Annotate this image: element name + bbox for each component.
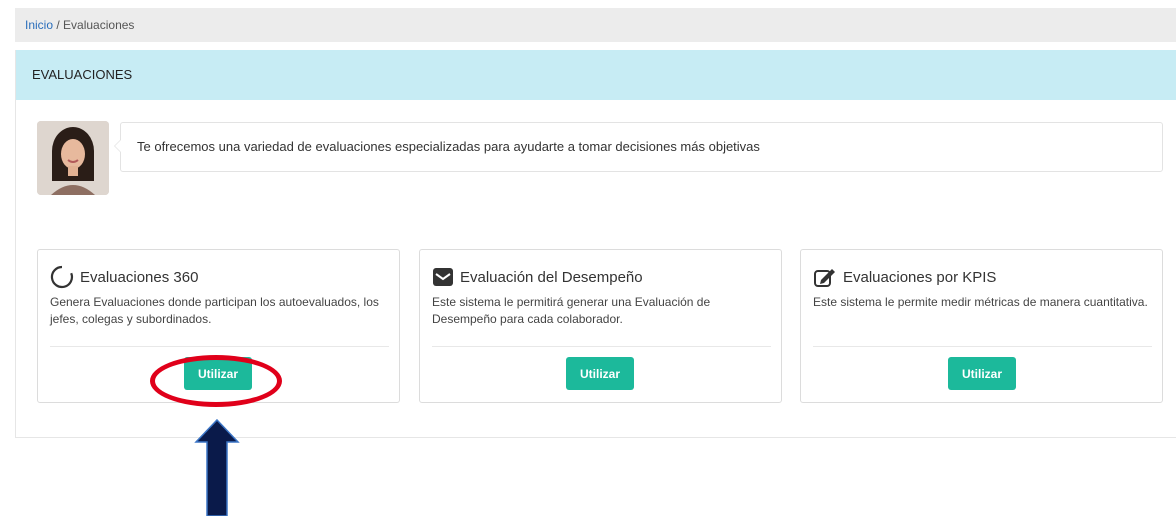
breadcrumb: Inicio / Evaluaciones <box>15 8 1176 42</box>
envelope-icon <box>432 267 454 287</box>
divider <box>50 346 389 347</box>
card-title: Evaluaciones 360 <box>50 264 198 290</box>
breadcrumb-current: Evaluaciones <box>63 18 135 32</box>
breadcrumb-home-link[interactable]: Inicio <box>25 18 53 32</box>
card-description: Genera Evaluaciones donde participan los… <box>50 295 379 326</box>
utilizar-kpis-button[interactable]: Utilizar <box>948 357 1016 390</box>
card-description: Este sistema le permitirá generar una Ev… <box>432 295 711 326</box>
card-title-text: Evaluaciones por KPIS <box>843 268 997 286</box>
avatar <box>37 121 109 195</box>
card-description: Este sistema le permite medir métricas d… <box>813 295 1148 309</box>
card-evaluacion-desempeno: Evaluación del Desempeño Este sistema le… <box>419 249 782 403</box>
circle-notch-icon <box>50 265 74 289</box>
card-title: Evaluación del Desempeño <box>432 264 643 290</box>
card-title-text: Evaluaciones 360 <box>80 268 199 286</box>
pointer-arrow-icon <box>194 418 240 516</box>
edit-icon <box>813 266 837 288</box>
highlight-circle <box>150 355 282 407</box>
card-title-text: Evaluación del Desempeño <box>460 268 643 286</box>
divider <box>813 346 1152 347</box>
utilizar-desempeno-button[interactable]: Utilizar <box>566 357 634 390</box>
breadcrumb-separator: / <box>53 18 64 32</box>
card-title: Evaluaciones por KPIS <box>813 264 996 290</box>
intro-message: Te ofrecemos una variedad de evaluacione… <box>114 122 1163 172</box>
panel-title: EVALUACIONES <box>16 50 1176 100</box>
bubble-arrow <box>114 139 121 153</box>
intro-message-text: Te ofrecemos una variedad de evaluacione… <box>137 139 760 154</box>
divider <box>432 346 771 347</box>
card-evaluaciones-kpis: Evaluaciones por KPIS Este sistema le pe… <box>800 249 1163 403</box>
